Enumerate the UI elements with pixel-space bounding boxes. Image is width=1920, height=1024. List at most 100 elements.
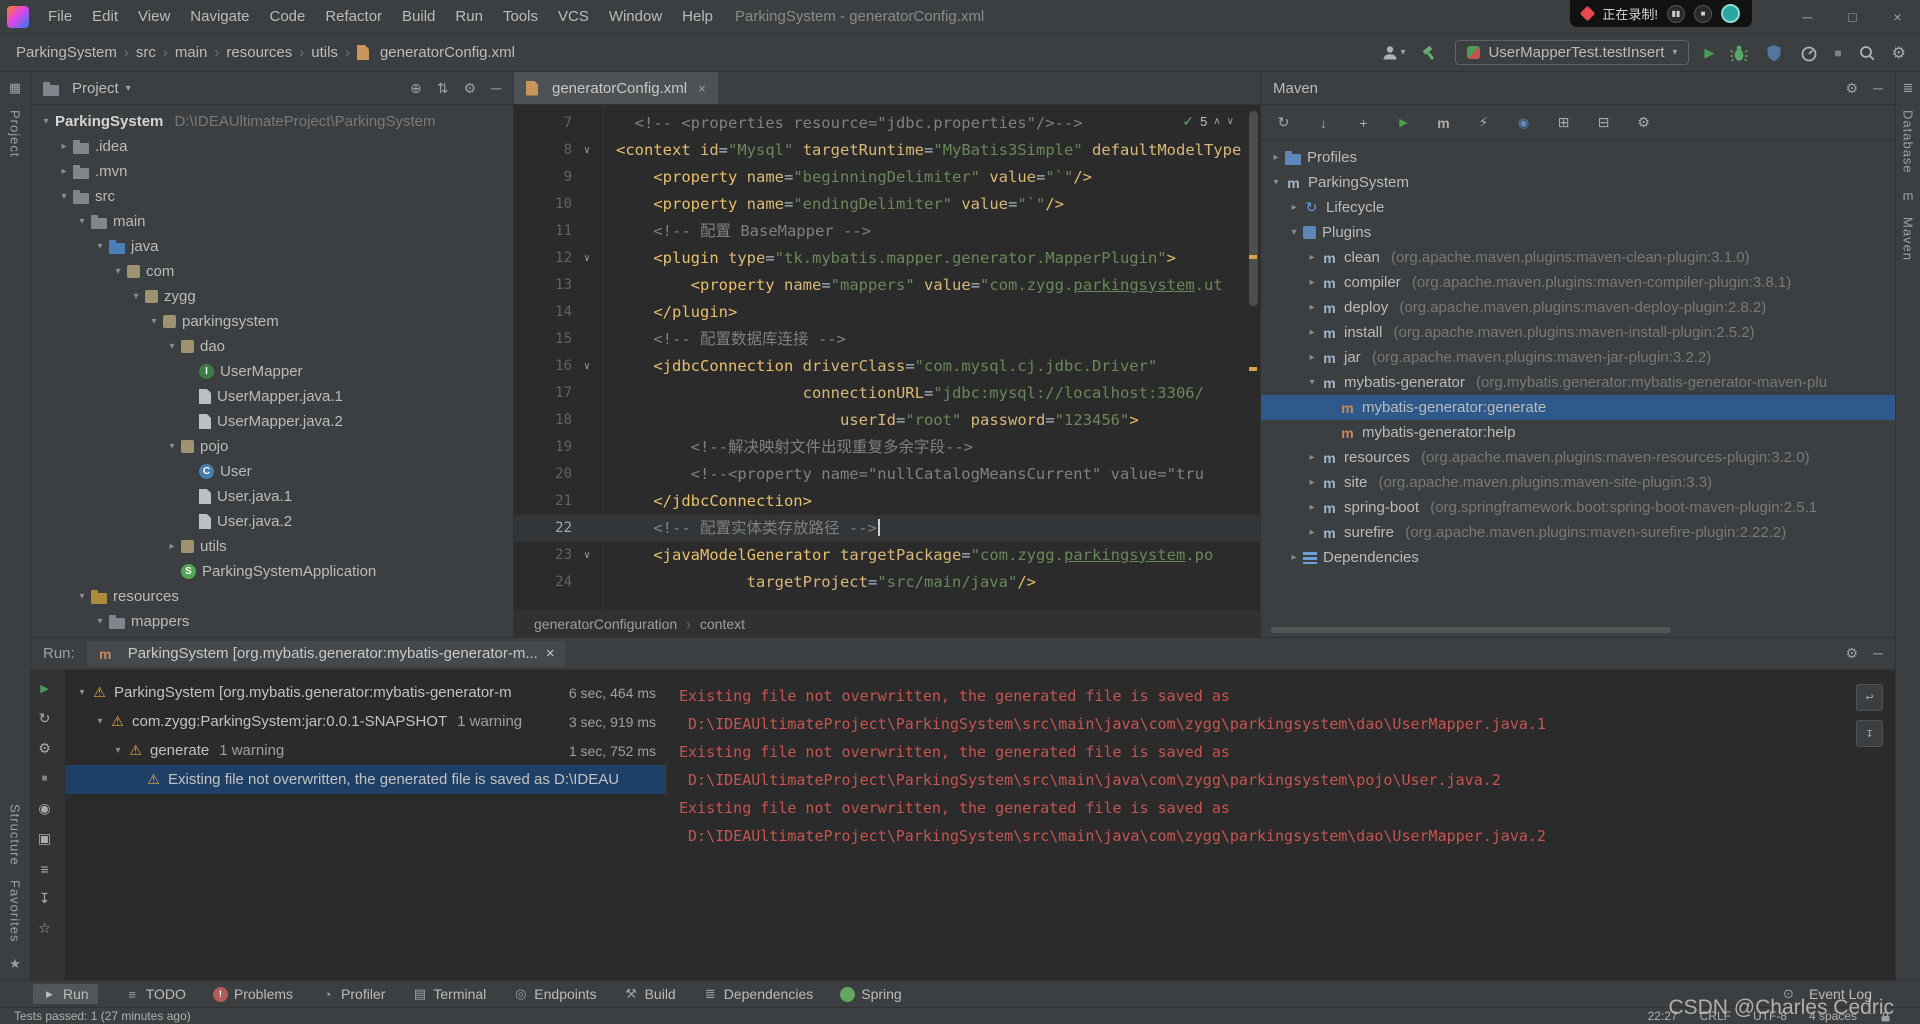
tree-expand-arrow[interactable]: ▸ bbox=[55, 166, 73, 177]
run-tab[interactable]: m ParkingSystem [org.mybatis.generator:m… bbox=[86, 641, 565, 666]
run-button[interactable]: ▶ bbox=[1704, 45, 1714, 61]
project-tree-row[interactable]: ▾ pojo bbox=[31, 434, 513, 459]
code-line[interactable]: 17 connectionURL="jdbc:mysql://localhost… bbox=[514, 380, 1260, 407]
playgreen-icon[interactable]: ▶ bbox=[36, 680, 53, 697]
project-tree-row[interactable]: ▾ java bbox=[31, 234, 513, 259]
hide-panel-icon[interactable]: ─ bbox=[1873, 645, 1883, 662]
maven-tree-row[interactable]: ▸ m site (org.apache.maven.plugins:maven-s… bbox=[1261, 470, 1895, 495]
maven-tree-row[interactable]: m mybatis-generator:generate bbox=[1261, 395, 1895, 420]
project-tree-row[interactable]: C User bbox=[31, 459, 513, 484]
code-line[interactable]: 22 <!-- 配置实体类存放路径 --> bbox=[514, 515, 1260, 542]
menu-item-code[interactable]: Code bbox=[260, 6, 314, 27]
offline-icon[interactable]: ⚡ bbox=[1475, 114, 1492, 131]
eye-icon[interactable]: ◉ bbox=[36, 800, 53, 817]
project-tree-row[interactable]: ▾ ParkingSystem D:\IDEAUltimateProject\Pa… bbox=[31, 109, 513, 134]
camera-icon[interactable]: ▣ bbox=[36, 830, 53, 847]
tree-expand-arrow[interactable]: ▸ bbox=[55, 141, 73, 152]
maven-tree-row[interactable]: ▸ m deploy (org.apache.maven.plugins:maven… bbox=[1261, 295, 1895, 320]
maven-m-icon[interactable]: m bbox=[1903, 188, 1914, 203]
maven-tree-row[interactable]: m mybatis-generator:help bbox=[1261, 420, 1895, 445]
project-tree-row[interactable]: ▾ resources bbox=[31, 584, 513, 609]
build-hammer-icon[interactable] bbox=[1420, 43, 1440, 63]
tree-expand-arrow[interactable]: ▸ bbox=[1285, 552, 1303, 563]
code-line[interactable]: 20 <!--<property name="nullCatalogMeansC… bbox=[514, 461, 1260, 488]
maven-tree-row[interactable]: ▸ m jar (org.apache.maven.plugins:maven-ja… bbox=[1261, 345, 1895, 370]
minimize-button[interactable]: ─ bbox=[1785, 0, 1830, 34]
gear-icon[interactable]: ⚙ bbox=[1846, 80, 1859, 97]
chevron-down-icon[interactable]: ▾ bbox=[126, 83, 131, 94]
breadcrumb-root[interactable]: generatorConfiguration bbox=[534, 616, 677, 632]
warning-stripe-mark[interactable] bbox=[1249, 367, 1257, 371]
tree-expand-arrow[interactable]: ▸ bbox=[1267, 152, 1285, 163]
menu-item-tools[interactable]: Tools bbox=[494, 6, 547, 27]
project-tree-row[interactable]: ▸ .idea bbox=[31, 134, 513, 159]
code-line[interactable]: 8 ∨ <context id="Mysql" targetRuntime="MyB… bbox=[514, 137, 1260, 164]
tool-window-button-run[interactable]: ▶ Run bbox=[33, 984, 98, 1004]
project-tree-row[interactable]: I UserMapper bbox=[31, 359, 513, 384]
tool-button-favorites[interactable]: Favorites bbox=[8, 880, 23, 942]
fold-marker-icon[interactable]: ∨ bbox=[572, 353, 602, 380]
profiler-icon[interactable] bbox=[1799, 43, 1819, 63]
tree-expand-arrow[interactable]: ▾ bbox=[73, 591, 91, 602]
stopgray-icon[interactable]: ■ bbox=[36, 770, 53, 787]
editor-scrollbar[interactable] bbox=[1249, 111, 1258, 306]
tree-expand-arrow[interactable]: ▾ bbox=[73, 687, 91, 698]
m-icon[interactable]: m bbox=[1435, 114, 1452, 131]
tree-expand-arrow[interactable]: ▾ bbox=[163, 441, 181, 452]
maven-tree-row[interactable]: ▾ m mybatis-generator (org.mybatis.generat… bbox=[1261, 370, 1895, 395]
tree-expand-arrow[interactable]: ▸ bbox=[163, 541, 181, 552]
database-icon[interactable]: ≣ bbox=[1903, 80, 1914, 96]
code-line[interactable]: 10 <property name="endingDelimiter" valu… bbox=[514, 191, 1260, 218]
close-button[interactable]: × bbox=[1875, 0, 1920, 34]
tree-expand-arrow[interactable]: ▸ bbox=[1303, 452, 1321, 463]
tool-button-database[interactable]: Database bbox=[1901, 110, 1916, 174]
tool-window-button-endpoints[interactable]: ◎ Endpoints bbox=[513, 984, 596, 1004]
project-tree-row[interactable]: UserMapper.java.1 bbox=[31, 384, 513, 409]
maven-tree-row[interactable]: ▸ m spring-boot (org.springframework.boot:… bbox=[1261, 495, 1895, 520]
prev-warning-icon[interactable]: ∧ bbox=[1213, 116, 1220, 127]
tree-expand-arrow[interactable]: ▾ bbox=[163, 341, 181, 352]
tree-expand-arrow[interactable]: ▸ bbox=[1303, 502, 1321, 513]
tree-expand-arrow[interactable]: ▾ bbox=[109, 745, 127, 756]
code-line[interactable]: 13 <property name="mappers" value="com.z… bbox=[514, 272, 1260, 299]
fold-marker-icon[interactable]: ∨ bbox=[572, 245, 602, 272]
sliders-icon[interactable]: ≡ bbox=[36, 860, 53, 877]
next-warning-icon[interactable]: ∨ bbox=[1227, 116, 1234, 127]
scroll-to-end-icon[interactable]: ↧ bbox=[1856, 720, 1883, 747]
run-tree-row[interactable]: ▾ ⚠ ParkingSystem [org.mybatis.generator:m… bbox=[65, 678, 666, 707]
collapse-icon[interactable]: ⊟ bbox=[1595, 114, 1612, 131]
tool-window-button-terminal[interactable]: ▤ Terminal bbox=[412, 984, 487, 1004]
settings-gear-icon[interactable]: ⚙ bbox=[1892, 43, 1906, 63]
run-tree-row[interactable]: ⚠ Existing file not overwritten, the gene… bbox=[65, 765, 666, 794]
tree-expand-arrow[interactable]: ▸ bbox=[1303, 352, 1321, 363]
code-line[interactable]: 18 userId="root" password="123456"> bbox=[514, 407, 1260, 434]
tool-window-button-todo[interactable]: ≡ TODO bbox=[125, 984, 186, 1004]
tree-expand-arrow[interactable]: ▾ bbox=[73, 216, 91, 227]
favorites-star-icon[interactable]: ★ bbox=[9, 956, 21, 972]
fold-marker-icon[interactable]: ∨ bbox=[572, 137, 602, 164]
tree-expand-arrow[interactable]: ▾ bbox=[1285, 227, 1303, 238]
code-editor[interactable]: 7 <!-- <properties resource="jdbc.proper… bbox=[514, 105, 1260, 610]
tool-button-project[interactable]: Project bbox=[8, 110, 23, 157]
menu-item-navigate[interactable]: Navigate bbox=[181, 6, 258, 27]
search-icon[interactable] bbox=[1857, 43, 1877, 63]
tree-expand-arrow[interactable]: ▸ bbox=[1303, 302, 1321, 313]
maven-hscrollbar[interactable] bbox=[1271, 627, 1671, 633]
breadcrumb-item[interactable]: utils bbox=[311, 44, 338, 61]
menu-item-help[interactable]: Help bbox=[673, 6, 722, 27]
maven-tree-row[interactable]: ▸ m compiler (org.apache.maven.plugins:mav… bbox=[1261, 270, 1895, 295]
gear-icon[interactable]: ⚙ bbox=[1846, 645, 1859, 662]
tree-expand-arrow[interactable]: ▸ bbox=[1303, 252, 1321, 263]
starline-icon[interactable]: ☆ bbox=[36, 920, 53, 937]
tree-expand-arrow[interactable]: ▾ bbox=[91, 616, 109, 627]
menu-item-file[interactable]: File bbox=[39, 6, 81, 27]
project-tree-row[interactable]: ▾ src bbox=[31, 184, 513, 209]
tool-window-button-spring[interactable]: Spring bbox=[840, 984, 902, 1004]
maven-tree-row[interactable]: ▾ Plugins bbox=[1261, 220, 1895, 245]
code-line[interactable]: 9 <property name="beginningDelimiter" va… bbox=[514, 164, 1260, 191]
soft-wrap-icon[interactable]: ↩ bbox=[1856, 684, 1883, 711]
project-tree-row[interactable]: UserMapper.java.2 bbox=[31, 409, 513, 434]
project-tree-row[interactable]: ▾ dao bbox=[31, 334, 513, 359]
project-tree-row[interactable]: ▾ mappers bbox=[31, 609, 513, 634]
maximize-button[interactable]: □ bbox=[1830, 0, 1875, 34]
